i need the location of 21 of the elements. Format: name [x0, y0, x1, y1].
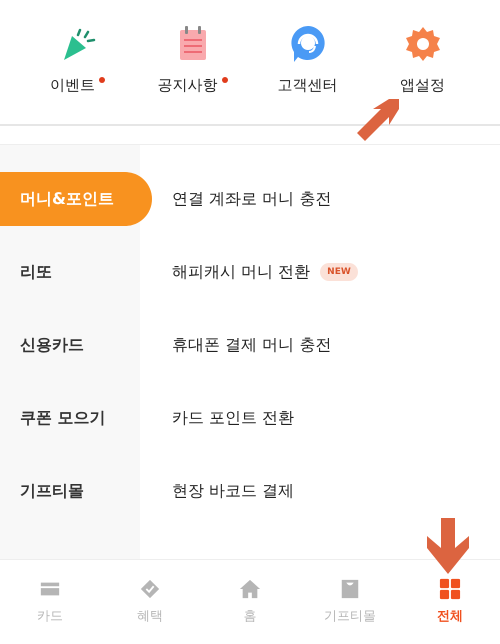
check-tag-icon — [139, 578, 161, 600]
annotation-arrow — [355, 97, 401, 143]
new-badge: NEW — [320, 263, 358, 281]
menu-item[interactable]: 연결 계좌로 머니 충전 — [172, 188, 332, 210]
menu-item[interactable]: 해피캐시 머니 전환 — [172, 262, 310, 282]
sidebar-tab[interactable]: 리또 — [0, 245, 140, 299]
sidebar-tab[interactable]: 기프티몰 — [0, 464, 140, 518]
shopping-bag-icon — [339, 578, 361, 600]
menu-item[interactable]: 카드 포인트 전환 — [172, 408, 294, 428]
menu-item[interactable]: 현장 바코드 결제 — [172, 480, 294, 502]
nav-tab[interactable]: 전체 — [400, 560, 500, 644]
sidebar-tab[interactable]: 쿠폰 모으기 — [0, 391, 140, 445]
shortcut-label[interactable]: 이벤트 — [50, 76, 95, 95]
annotation-arrow — [425, 518, 471, 574]
shortcut-label[interactable]: 앱설정 — [400, 76, 445, 95]
menu-item[interactable]: 휴대폰 결제 머니 충전 — [172, 334, 332, 356]
shortcut-label[interactable]: 공지사항 — [158, 76, 218, 95]
grid-icon — [439, 578, 461, 600]
sidebar-tab[interactable]: 신용카드 — [0, 318, 140, 372]
shortcut-label[interactable]: 고객센터 — [278, 76, 338, 95]
home-icon — [239, 578, 261, 600]
